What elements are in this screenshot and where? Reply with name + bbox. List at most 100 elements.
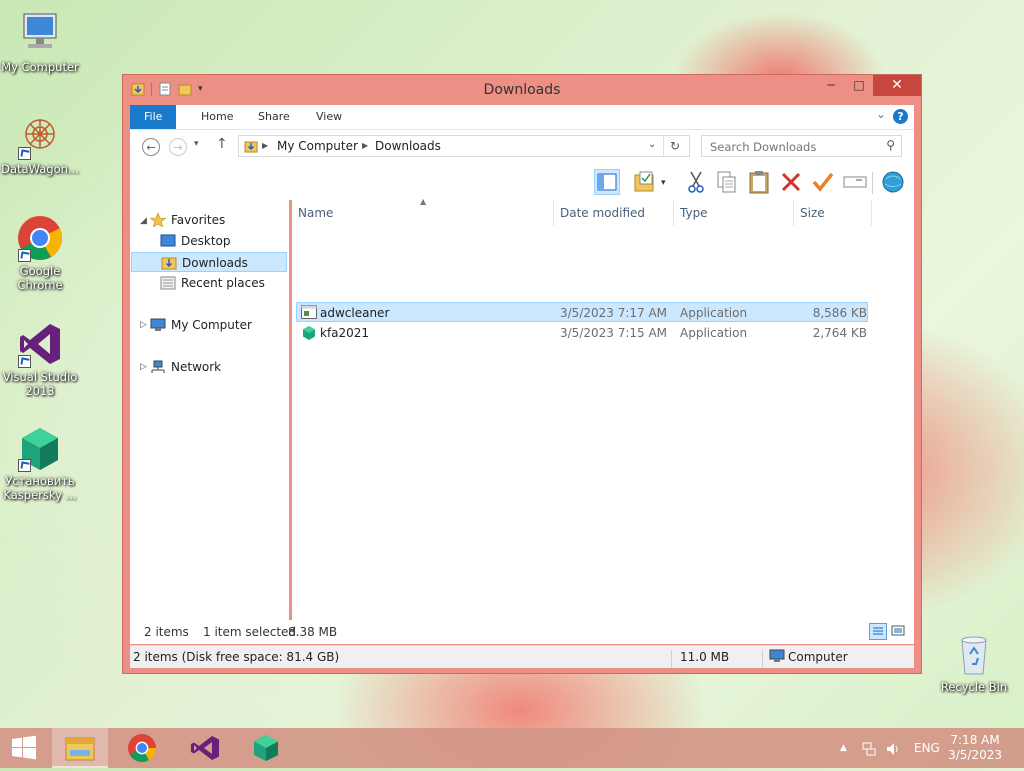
rename-icon xyxy=(843,176,867,188)
address-row: ← → ▾ ↑ ▶ My Computer ▶ Downloads ⌄ ↻ ⚲ xyxy=(130,130,914,166)
taskbar-file-explorer[interactable] xyxy=(52,728,108,768)
recent-locations-chevron-icon[interactable]: ▾ xyxy=(194,139,199,149)
breadcrumb-my-computer[interactable]: My Computer xyxy=(277,139,358,153)
minimize-button[interactable]: ─ xyxy=(817,75,845,96)
nav-recent-places-label: Recent places xyxy=(181,276,265,290)
expand-network-icon[interactable]: ▷ xyxy=(140,362,147,372)
file-name: kfa2021 xyxy=(320,326,370,340)
nav-my-computer[interactable]: My Computer xyxy=(150,315,252,335)
options-chevron-icon[interactable]: ▾ xyxy=(661,178,666,188)
nav-desktop[interactable]: Desktop xyxy=(160,231,231,251)
search-icon[interactable]: ⚲ xyxy=(886,138,895,152)
taskbar-visual-studio[interactable] xyxy=(176,728,232,768)
window-title: Downloads xyxy=(483,82,561,98)
copy-button[interactable] xyxy=(714,169,740,195)
file-row-adwcleaner[interactable]: adwcleaner 3/5/2023 7:17 AM Application … xyxy=(296,302,868,322)
checkmark-icon xyxy=(812,172,834,192)
delete-x-icon xyxy=(781,172,801,192)
tab-share[interactable]: Share xyxy=(244,105,304,129)
desktop-icon-label: Google Chrome xyxy=(17,264,63,292)
nav-favorites[interactable]: Favorites xyxy=(149,210,226,230)
breadcrumb-downloads[interactable]: Downloads xyxy=(375,139,441,153)
taskbar-kaspersky-installer[interactable] xyxy=(238,728,294,768)
taskbar-google-chrome[interactable] xyxy=(114,728,170,768)
desktop-icon-label: My Computer xyxy=(1,60,79,74)
clock-date: 3/5/2023 xyxy=(948,748,1002,762)
volume-icon[interactable] xyxy=(885,728,901,768)
preview-pane-button[interactable] xyxy=(594,169,620,195)
visual-studio-icon xyxy=(191,736,219,760)
help-button[interactable]: ? xyxy=(893,109,908,124)
tab-file[interactable]: File xyxy=(130,105,177,129)
kaspersky-installer-icon xyxy=(301,325,317,347)
maximize-button[interactable]: □ xyxy=(845,75,873,96)
taskbar: ▲ ENG 7:18 AM 3/5/2023 xyxy=(0,728,1024,768)
close-button[interactable]: ✕ xyxy=(873,75,921,96)
breadcrumb-separator-icon[interactable]: ▶ xyxy=(262,141,268,150)
recent-places-icon xyxy=(160,276,176,290)
ribbon-tabs: File Home Share View ⌄ ? xyxy=(130,105,914,130)
start-button[interactable] xyxy=(0,728,48,768)
refresh-icon[interactable]: ↻ xyxy=(670,139,680,153)
explorer-window: ▾ Downloads ─ □ ✕ File Home Share View ⌄… xyxy=(122,74,922,674)
desktop-icon-google-chrome[interactable]: Google Chrome xyxy=(0,214,80,292)
desktop-icon-label: Установить Kaspersky ... xyxy=(3,474,77,502)
details-view-button[interactable] xyxy=(869,623,887,640)
title-bar[interactable]: ▾ Downloads ─ □ ✕ xyxy=(123,75,921,105)
column-header-size[interactable]: Size xyxy=(794,200,872,226)
back-button[interactable]: ← xyxy=(142,138,160,156)
nav-downloads[interactable]: Downloads xyxy=(131,252,287,272)
column-header-type[interactable]: Type xyxy=(674,200,794,226)
network-icon xyxy=(150,360,166,374)
up-button[interactable]: ↑ xyxy=(216,136,228,152)
properties-button[interactable] xyxy=(632,169,658,195)
search-box[interactable]: ⚲ xyxy=(701,135,902,157)
breadcrumb-separator-icon[interactable]: ▶ xyxy=(362,141,368,150)
desktop-icon-label: Visual Studio 2013 xyxy=(2,370,78,398)
desktop-icon-my-computer[interactable]: My Computer xyxy=(0,10,80,74)
network-globe-button[interactable] xyxy=(880,169,906,195)
paste-button[interactable] xyxy=(746,169,772,195)
expand-my-computer-icon[interactable]: ▷ xyxy=(140,320,147,330)
file-list: ▲ Name Date modified Type Size adwcleane… xyxy=(292,197,914,620)
nav-network[interactable]: Network xyxy=(150,357,221,377)
expand-ribbon-chevron-icon[interactable]: ⌄ xyxy=(876,107,886,121)
visual-studio-icon xyxy=(16,320,64,368)
desktop-icon-datawagon[interactable]: DataWagon... xyxy=(0,112,80,176)
rename-button[interactable] xyxy=(842,169,868,195)
file-type: Application xyxy=(680,326,748,340)
input-language[interactable]: ENG xyxy=(914,728,940,768)
computer-icon xyxy=(769,649,785,666)
tab-home[interactable]: Home xyxy=(187,105,247,129)
tab-view[interactable]: View xyxy=(302,105,356,129)
address-bar[interactable]: ▶ My Computer ▶ Downloads ⌄ ↻ xyxy=(238,135,690,157)
column-header-date-modified[interactable]: Date modified xyxy=(554,200,674,226)
large-icons-view-button[interactable] xyxy=(890,623,908,640)
file-date-modified: 3/5/2023 7:17 AM xyxy=(560,306,668,320)
search-input[interactable] xyxy=(708,138,872,156)
folder-check-icon xyxy=(634,171,654,192)
delete-button[interactable] xyxy=(778,169,804,195)
cut-button[interactable] xyxy=(684,169,710,195)
show-hidden-icons-chevron-icon[interactable]: ▲ xyxy=(840,728,847,768)
file-row-kfa2021[interactable]: kfa2021 3/5/2023 7:15 AM Application 2,7… xyxy=(296,323,868,343)
total-size: 11.0 MB xyxy=(680,650,730,664)
forward-button[interactable]: → xyxy=(169,138,187,156)
nav-recent-places[interactable]: Recent places xyxy=(160,273,265,293)
desktop-icon-kaspersky[interactable]: Установить Kaspersky ... xyxy=(0,424,80,502)
nav-favorites-label: Favorites xyxy=(171,213,226,227)
status-bar: 2 items 1 item selected 8.38 MB xyxy=(130,620,914,644)
desktop-icon-visual-studio[interactable]: Visual Studio 2013 xyxy=(0,320,80,398)
column-header-name[interactable]: Name xyxy=(292,200,554,226)
select-button[interactable] xyxy=(810,169,836,195)
expand-favorites-icon[interactable]: ◢ xyxy=(140,216,147,226)
desktop-icon-recycle-bin[interactable]: Recycle Bin xyxy=(934,630,1014,694)
file-size: 2,764 KB xyxy=(812,326,867,340)
datawagon-icon xyxy=(16,112,64,160)
disk-free-space: 2 items (Disk free space: 81.4 GB) xyxy=(133,650,340,664)
details-status-bar: 2 items (Disk free space: 81.4 GB) 11.0 … xyxy=(130,645,914,668)
clock[interactable]: 7:18 AM 3/5/2023 xyxy=(948,733,1002,763)
network-tray-icon[interactable] xyxy=(861,728,877,768)
address-dropdown-chevron-icon[interactable]: ⌄ xyxy=(648,139,656,150)
desktop-icon xyxy=(160,234,176,248)
